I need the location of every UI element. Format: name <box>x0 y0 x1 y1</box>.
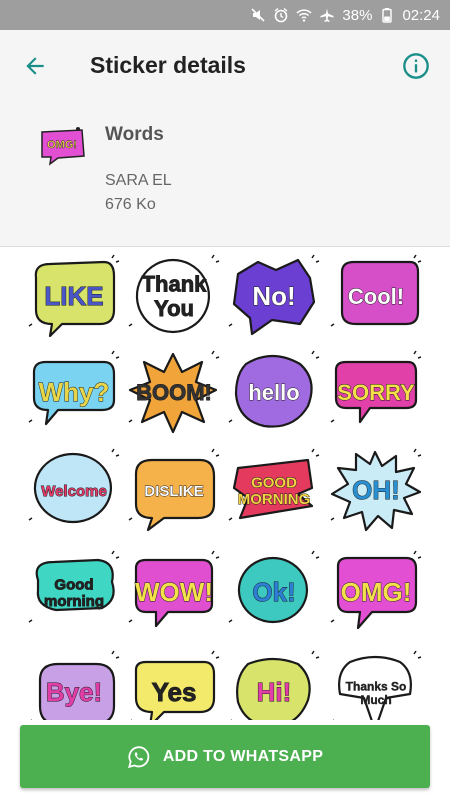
sticker-text: Welcome <box>41 483 107 500</box>
pack-name: Words <box>105 124 164 145</box>
sticker-text: Thanks So <box>346 680 407 694</box>
sticker-image: hello <box>228 350 320 428</box>
sticker-text: Ok! <box>252 577 295 607</box>
info-icon <box>403 53 429 79</box>
sticker-text: Thank <box>142 272 208 297</box>
sticker-text: LIKE <box>44 281 103 311</box>
sticker-item[interactable]: Thanks So Much <box>330 650 422 720</box>
sticker-image: OH! <box>330 448 422 532</box>
sticker-item[interactable]: LIKE <box>28 254 120 338</box>
clock: 02:24 <box>402 6 440 24</box>
pack-publisher: SARA EL <box>105 172 172 189</box>
sticker-item[interactable]: WOW! <box>128 550 220 634</box>
pack-size: 676 Ko <box>105 196 156 213</box>
sticker-item[interactable]: BOOM! <box>128 350 220 434</box>
top-app-bar: Sticker details <box>0 30 450 102</box>
page-title: Sticker details <box>90 52 246 78</box>
sticker-item[interactable]: SORRY <box>330 350 422 434</box>
sticker-text: OMG! <box>341 577 412 607</box>
sticker-pack-header: OMG! Words SARA EL 676 Ko <box>0 102 450 247</box>
sticker-image: Bye! <box>30 650 120 720</box>
add-to-whatsapp-button[interactable]: ADD TO WHATSAPP <box>20 725 430 788</box>
sticker-text: DISLIKE <box>144 483 203 500</box>
sticker-text: GOOD <box>251 475 297 492</box>
mute-icon <box>250 7 266 23</box>
sticker-image: LIKE <box>28 254 120 338</box>
sticker-text: morning <box>44 593 104 610</box>
whatsapp-icon <box>127 745 150 768</box>
sticker-item[interactable]: OH! <box>330 448 422 532</box>
sticker-item[interactable]: DISLIKE <box>128 448 220 532</box>
arrow-back-icon <box>26 57 44 75</box>
sticker-text: Yes <box>152 677 197 707</box>
sticker-text: Much <box>360 693 391 707</box>
sticker-text: You <box>154 296 194 321</box>
sticker-image: No! <box>228 254 320 336</box>
sticker-image: Cool! <box>330 254 422 327</box>
sticker-item[interactable]: Ok! <box>228 550 320 634</box>
sticker-item[interactable]: GOOD MORNING <box>228 448 320 532</box>
sticker-image: WOW! <box>128 550 220 628</box>
sticker-image: GOODMORNING <box>228 448 320 521</box>
wifi-icon <box>296 7 312 23</box>
sticker-item[interactable]: Good morning <box>28 550 120 634</box>
sticker-item[interactable]: Yes <box>128 650 220 720</box>
battery-percent: 38% <box>342 6 373 24</box>
info-button[interactable] <box>400 50 432 82</box>
sticker-text: No! <box>252 281 295 311</box>
sticker-text: Good <box>54 577 93 594</box>
sticker-item[interactable]: Thank You <box>128 254 220 338</box>
tray-icon: OMG! <box>41 127 85 166</box>
sticker-text: WOW! <box>135 577 213 607</box>
sticker-image: Yes <box>130 650 220 720</box>
sticker-image: ThankYou <box>128 254 220 334</box>
sticker-image: Why? <box>28 350 120 426</box>
sticker-text: OH! <box>352 475 400 505</box>
sticker-item[interactable]: hello <box>228 350 320 434</box>
sticker-text: Bye! <box>46 677 102 707</box>
tray-icon-text: OMG! <box>47 139 77 151</box>
sticker-image: SORRY <box>330 350 422 424</box>
sticker-image: BOOM! <box>128 350 220 434</box>
status-bar: 38% 02:24 <box>0 0 450 30</box>
sticker-item[interactable]: Why? <box>28 350 120 434</box>
sticker-item[interactable]: OMG! <box>330 550 422 634</box>
sticker-image: Thanks SoMuch <box>332 650 422 720</box>
back-button[interactable] <box>18 50 52 82</box>
sticker-image: Ok! <box>228 550 320 624</box>
sticker-item[interactable]: Hi! <box>228 650 320 720</box>
sticker-item[interactable]: Bye! <box>28 650 120 720</box>
sticker-text: MORNING <box>238 491 311 508</box>
sticker-image: DISLIKE <box>128 448 220 532</box>
sticker-image: Welcome <box>28 448 120 524</box>
sticker-item[interactable]: Cool! <box>330 254 422 338</box>
battery-icon <box>379 7 395 23</box>
add-to-whatsapp-label: ADD TO WHATSAPP <box>162 747 324 765</box>
sticker-text: hello <box>248 380 299 405</box>
sticker-text: BOOM! <box>136 380 212 405</box>
sticker-text: Cool! <box>348 284 404 309</box>
sticker-item[interactable]: Welcome <box>28 448 120 532</box>
sticker-item[interactable]: No! <box>228 254 320 338</box>
airplane-icon <box>319 7 335 23</box>
sticker-text: SORRY <box>337 380 415 405</box>
alarm-icon <box>273 7 289 23</box>
sticker-grid: LIKE Thank You No! Cool! Why? BOOM! hello SORRY W… <box>0 248 450 720</box>
sticker-text: Why? <box>39 377 110 407</box>
sticker-image: Hi! <box>230 650 320 720</box>
sticker-image: OMG! <box>330 550 422 630</box>
sticker-image: Goodmorning <box>28 550 120 623</box>
sticker-text: Hi! <box>257 677 292 707</box>
